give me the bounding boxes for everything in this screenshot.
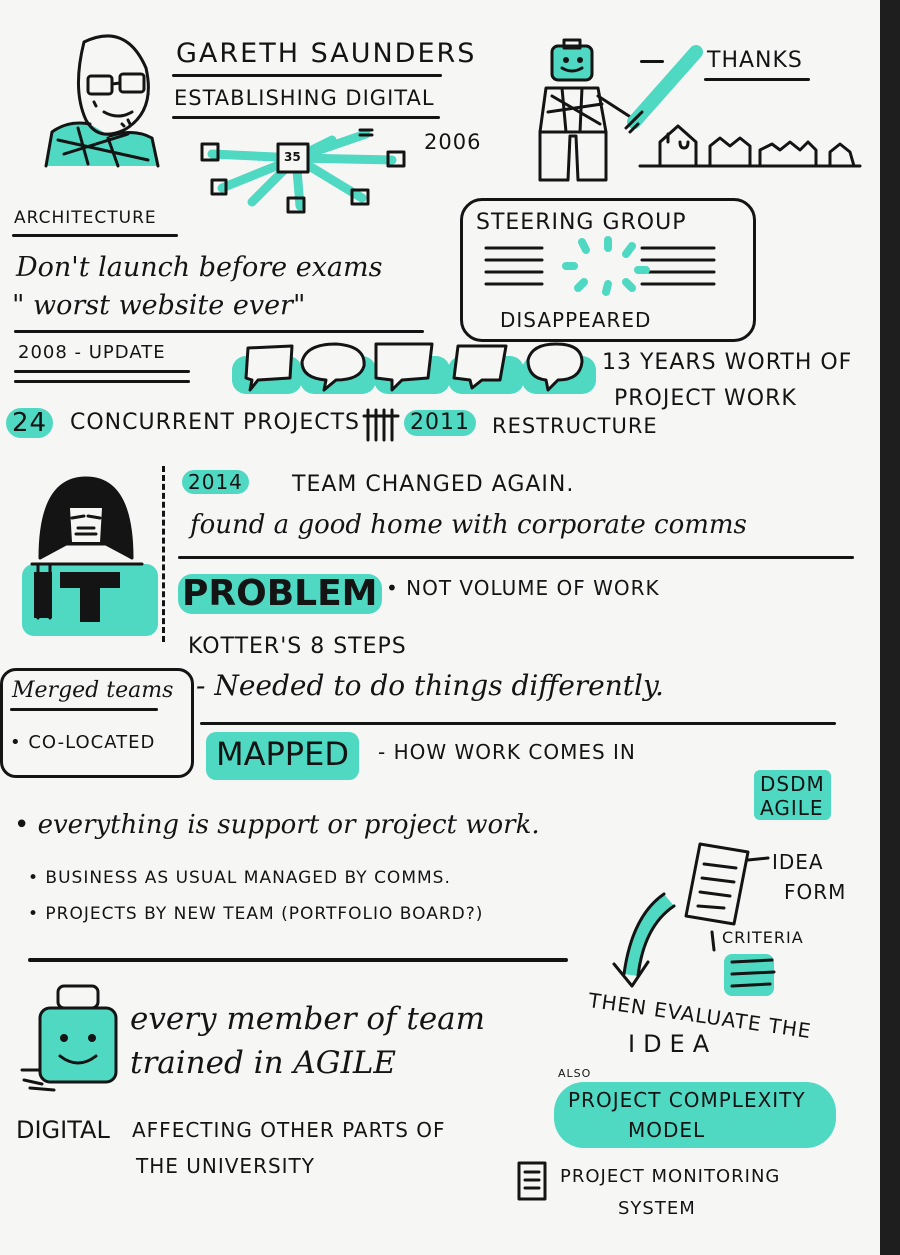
university-skyline-icon bbox=[638, 124, 862, 168]
digital-label: Digital bbox=[16, 1116, 110, 1144]
thanks-dash bbox=[640, 60, 664, 63]
steering-group-status: Disappeared bbox=[500, 308, 652, 332]
talk-subtitle: Establishing digital bbox=[174, 86, 435, 110]
team-changed-text: Team changed again. bbox=[292, 472, 575, 497]
architecture-section-divider bbox=[14, 330, 424, 333]
architecture-year: 2006 bbox=[424, 130, 482, 154]
evaluate-line2: idea bbox=[628, 1030, 718, 1058]
mapped-section-divider bbox=[28, 958, 568, 962]
tally-marks-icon bbox=[362, 408, 400, 442]
mapped-bullet-support: • everything is support or project work. bbox=[14, 810, 540, 840]
mapped-bullet-bau: • Business as usual managed by comms. bbox=[28, 868, 451, 888]
needed-differently: - Needed to do things differently. bbox=[196, 669, 664, 702]
speaker-name: Gareth Saunders bbox=[176, 38, 477, 69]
steering-group-title: Steering group bbox=[476, 210, 687, 235]
problem-point: • Not volume of work bbox=[386, 576, 660, 600]
thanks-label: Thanks bbox=[707, 48, 803, 73]
restructure-text: restructure bbox=[492, 414, 658, 438]
co-located-point: • Co-located bbox=[10, 732, 156, 753]
criteria-list-icon bbox=[724, 954, 776, 996]
sketchnote-page: Gareth Saunders Establishing digital Tha… bbox=[0, 0, 880, 1255]
network-center-number: 35 bbox=[284, 150, 301, 164]
architecture-note-exams: Don't launch before exams bbox=[16, 252, 383, 283]
monitoring-line1: Project monitoring bbox=[560, 1166, 781, 1187]
darth-vader-it-icon bbox=[22, 476, 158, 636]
monitoring-document-icon bbox=[517, 1161, 547, 1201]
years-of-work-line2: project work bbox=[614, 386, 797, 411]
concurrent-projects-count: 24 bbox=[6, 408, 54, 438]
lego-head-icon bbox=[20, 984, 118, 1092]
idea-form-line2: form bbox=[784, 880, 847, 904]
years-of-work-line1: 13 years worth of bbox=[602, 350, 853, 375]
complexity-line2: model bbox=[628, 1118, 706, 1142]
mapped-text: - How work comes in bbox=[378, 740, 636, 764]
training-line1: every member of team bbox=[130, 1001, 486, 1037]
criteria-label: Criteria bbox=[722, 928, 804, 947]
architecture-underline bbox=[12, 234, 178, 237]
mapped-bullet-projects: • Projects by new team (portfolio board?… bbox=[28, 904, 484, 924]
mapped-label: Mapped bbox=[206, 732, 359, 780]
notebook-edge bbox=[880, 0, 900, 1255]
concurrent-projects-text: concurrent projects bbox=[70, 410, 360, 435]
problem-section-divider bbox=[200, 722, 836, 725]
digital-text-line1: Affecting other parts of bbox=[132, 1118, 446, 1142]
update-underline-1 bbox=[14, 370, 190, 373]
thanks-underline bbox=[704, 78, 810, 81]
restructure-year: 2011 bbox=[404, 410, 476, 436]
monitoring-line2: system bbox=[618, 1198, 696, 1219]
update-2008-label: 2008 - update bbox=[18, 342, 166, 363]
kotter-steps: Kotter's 8 steps bbox=[188, 634, 407, 659]
speech-bubbles-icon bbox=[232, 342, 596, 394]
team-dashed-divider bbox=[162, 466, 165, 642]
team-section-divider bbox=[178, 556, 854, 559]
team-home-text: found a good home with corporate comms bbox=[190, 510, 747, 540]
idea-form-line1: Idea bbox=[772, 850, 824, 874]
architecture-heading: Architecture bbox=[14, 208, 157, 228]
team-change-year: 2014 bbox=[182, 470, 249, 494]
merged-teams-title: Merged teams bbox=[12, 678, 174, 703]
steering-group-sketch bbox=[484, 236, 716, 296]
name-underline bbox=[172, 74, 442, 77]
training-line2: trained in AGILE bbox=[130, 1045, 397, 1081]
architecture-network-diagram bbox=[200, 128, 406, 214]
also-label: Also bbox=[558, 1067, 592, 1080]
merged-teams-underline bbox=[10, 708, 158, 711]
complexity-line1: Project complexity bbox=[568, 1088, 806, 1112]
agile-label: Agile bbox=[760, 796, 824, 820]
gareth-portrait-icon bbox=[44, 34, 160, 168]
problem-label: Problem bbox=[178, 574, 382, 614]
architecture-note-worst: " worst website ever" bbox=[12, 290, 306, 321]
update-underline-2 bbox=[14, 380, 190, 383]
digital-text-line2: the University bbox=[136, 1154, 315, 1178]
